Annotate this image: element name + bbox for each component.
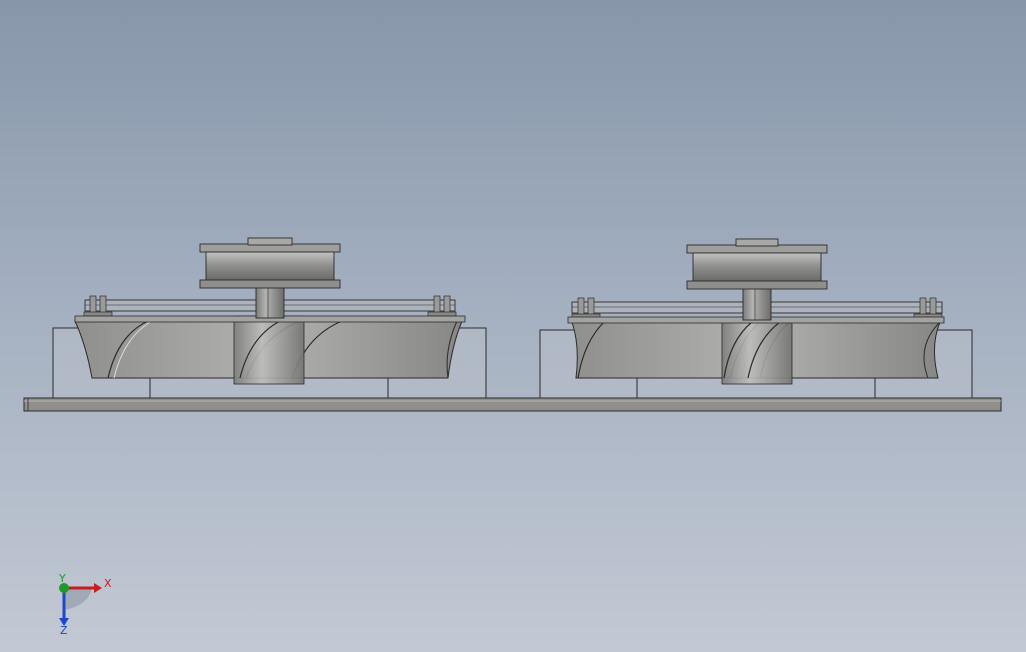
model-scene[interactable]	[0, 0, 1026, 652]
drive-shaft	[742, 287, 772, 321]
3d-viewport[interactable]: X Z Y	[0, 0, 1026, 652]
x-axis-label: X	[104, 577, 112, 590]
z-axis-label: Z	[60, 624, 68, 637]
drive-shaft	[255, 285, 285, 319]
orientation-triad[interactable]: X Z Y	[50, 572, 120, 638]
pulley	[199, 237, 341, 289]
triad-shadow	[64, 588, 92, 610]
pulley	[686, 238, 828, 290]
y-axis-label: Y	[58, 572, 66, 585]
base-plate[interactable]	[23, 397, 1002, 412]
fan-unit-left[interactable]	[52, 237, 487, 399]
fan-unit-right[interactable]	[539, 238, 973, 399]
